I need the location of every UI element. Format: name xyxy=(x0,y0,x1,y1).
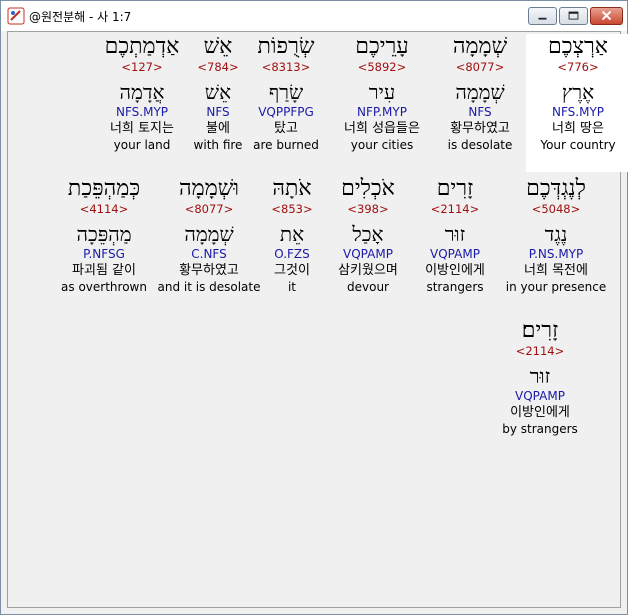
word-cell[interactable]: אַדְמַתְכֶם <127> אֲדָמָה NFS.MYP 너희 토지는… xyxy=(90,34,194,153)
strong-number: <4114> xyxy=(79,202,129,216)
korean-gloss: 너희 성읍들은 xyxy=(344,121,420,136)
parsing-code: P.NFSG xyxy=(83,247,125,261)
title-bar[interactable]: @원전분해 - 사 1:7 xyxy=(1,1,627,31)
interlinear-panel: אַרְצְכֶם <776> אֶרֶץ NFS.MYP 너희 땅은 Your… xyxy=(7,31,628,608)
parsing-code: VQPAMP xyxy=(515,389,565,403)
hebrew-word: זָרִים xyxy=(436,176,474,201)
lemma: שְׁמָמָה xyxy=(184,222,234,246)
english-gloss: it xyxy=(287,280,297,294)
parsing-code: NFS.MYP xyxy=(115,105,169,119)
strong-number: <398> xyxy=(347,202,389,216)
app-window: @원전분해 - 사 1:7 אַרְצְכֶם <776> אֶרֶץ NFS.… xyxy=(0,0,628,615)
english-gloss: and it is desolate xyxy=(157,280,261,294)
strong-number: <8077> xyxy=(184,202,234,216)
word-cell[interactable]: כְּמַהְפֵּכַת <4114> מַהְפֵּכָה P.NFSG 파… xyxy=(52,176,156,295)
english-gloss: your land xyxy=(113,138,171,152)
parsing-code: P.NS.MYP xyxy=(528,247,584,261)
hebrew-word: וּשְׁמָמָה xyxy=(179,176,239,201)
word-cell[interactable]: עָרֵיכֶם <5892> עִיר NFP.MYP 너희 성읍들은 you… xyxy=(330,34,434,153)
english-gloss: as overthrown xyxy=(61,280,147,294)
word-cell[interactable]: שְׁמָמָה <8077> שְׁמָמָה NFS 황무하였고 is de… xyxy=(428,34,532,153)
strong-number: <8077> xyxy=(455,60,505,74)
word-cell[interactable]: אֹתָהּ <853> אֵת O.FZS 그것이 it xyxy=(252,176,332,295)
minimize-button[interactable] xyxy=(528,7,557,25)
korean-gloss: 삼키웠으며 xyxy=(338,263,398,278)
hebrew-word: עָרֵיכֶם xyxy=(355,34,409,59)
maximize-icon xyxy=(568,11,579,20)
korean-gloss: 파괴됨 같이 xyxy=(72,263,136,278)
close-icon xyxy=(601,10,612,21)
korean-gloss: 그것이 xyxy=(274,263,310,278)
lemma: נֶגֶד xyxy=(544,222,568,246)
word-cell[interactable]: אַרְצְכֶם <776> אֶרֶץ NFS.MYP 너희 땅은 Your… xyxy=(526,34,628,172)
parsing-code: VQPAMP xyxy=(430,247,480,261)
app-icon xyxy=(7,7,25,25)
english-gloss: by strangers xyxy=(502,422,578,436)
strong-number: <2114> xyxy=(430,202,480,216)
strong-number: <5048> xyxy=(531,202,581,216)
strong-number: <127> xyxy=(121,60,163,74)
lemma: אֲדָמָה xyxy=(119,80,165,104)
hebrew-word: כְּמַהְפֵּכַת xyxy=(67,176,141,201)
window-title: @원전분해 - 사 1:7 xyxy=(29,10,132,24)
hebrew-word: לְנֶגְדְּכֶם xyxy=(526,176,586,201)
lemma: אֶרֶץ xyxy=(561,80,595,104)
strong-number: <853> xyxy=(271,202,313,216)
hebrew-word: אַרְצְכֶם xyxy=(547,34,609,59)
close-button[interactable] xyxy=(590,7,623,25)
parsing-code: NFS.MYP xyxy=(551,105,605,119)
korean-gloss: 너희 목전에 xyxy=(524,263,588,278)
korean-gloss: 황무하였고 xyxy=(179,263,239,278)
lemma: מַהְפֵּכָה xyxy=(76,222,132,246)
english-gloss: in your presence xyxy=(505,280,607,294)
korean-gloss: 황무하였고 xyxy=(450,121,510,136)
parsing-code: NFP.MYP xyxy=(357,105,407,119)
parsing-code: C.NFS xyxy=(191,247,227,261)
word-cell[interactable]: לְנֶגְדְּכֶם <5048> נֶגֶד P.NS.MYP 너희 목전… xyxy=(500,176,612,295)
parsing-code: O.FZS xyxy=(274,247,310,261)
strong-number: <2114> xyxy=(515,344,565,358)
english-gloss: strangers xyxy=(426,280,484,294)
hebrew-word: זָרִים׃ xyxy=(521,318,559,343)
english-gloss: your cities xyxy=(350,138,414,152)
hebrew-word: אַדְמַתְכֶם xyxy=(104,34,180,59)
lemma: עִיר xyxy=(368,80,396,104)
maximize-button[interactable] xyxy=(559,7,588,25)
lemma: זוּר xyxy=(444,222,466,246)
english-gloss: Your country xyxy=(540,138,616,152)
english-gloss: devour xyxy=(347,280,389,294)
hebrew-word: שְׁמָמָה xyxy=(452,34,508,59)
lemma: שְׁמָמָה xyxy=(455,80,505,104)
strong-number: <5892> xyxy=(357,60,407,74)
word-cell[interactable]: אֹכְלִים <398> אָכַל VQPAMP 삼키웠으며 devour xyxy=(318,176,418,295)
korean-gloss: 너희 땅은 xyxy=(552,121,604,136)
korean-gloss: 이방인에게 xyxy=(510,405,570,420)
lemma: אָכַל xyxy=(352,222,384,246)
korean-gloss: 이방인에게 xyxy=(425,263,485,278)
strong-number: <776> xyxy=(557,60,599,74)
lemma: זוּר xyxy=(529,364,551,388)
parsing-code: VQPAMP xyxy=(343,247,393,261)
korean-gloss: 너희 토지는 xyxy=(110,121,174,136)
word-cell[interactable]: זָרִים <2114> זוּר VQPAMP 이방인에게 stranger… xyxy=(405,176,505,295)
word-cell[interactable]: זָרִים׃ <2114> זוּר VQPAMP 이방인에게 by stra… xyxy=(488,318,592,437)
hebrew-word: אֹכְלִים xyxy=(341,176,395,201)
minimize-icon xyxy=(538,17,547,20)
lemma: אֵת xyxy=(279,222,305,246)
word-cell[interactable]: וּשְׁמָמָה <8077> שְׁמָמָה C.NFS 황무하였고 a… xyxy=(154,176,264,295)
hebrew-word: אֹתָהּ xyxy=(272,176,312,201)
english-gloss: is desolate xyxy=(447,138,513,152)
parsing-code: NFS xyxy=(468,105,492,119)
